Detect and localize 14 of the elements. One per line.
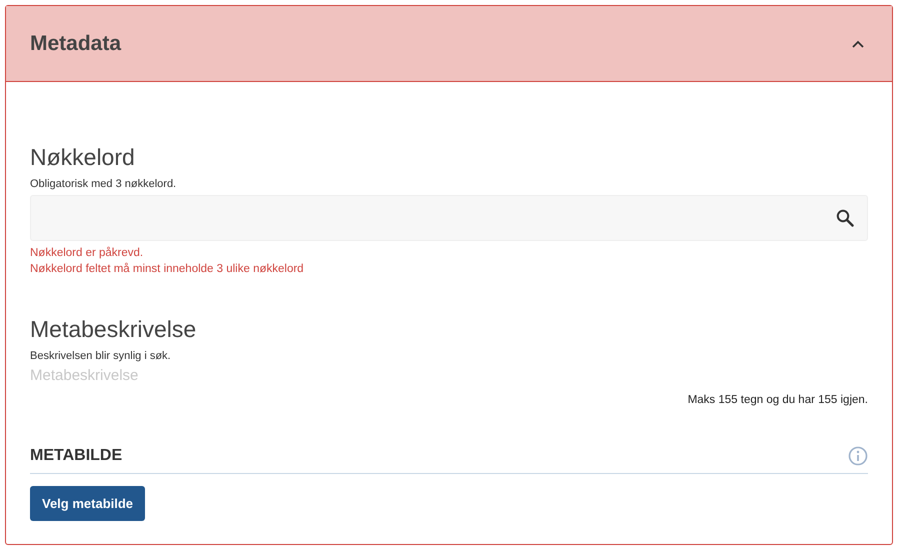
hint-text: Beskrivelsen blir synlig i søk. (30, 350, 172, 362)
info-icon[interactable] (848, 446, 868, 466)
error-message: Nøkkelord feltet må minst inneholde 3 ulike nøkkelord (30, 262, 305, 277)
error-message: Nøkkelord er påkrevd. (30, 246, 144, 261)
section-heading: Nøkkelord (30, 143, 136, 172)
panel-header[interactable]: Metadata (6, 6, 892, 82)
character-counter: Maks 155 tegn og du har 155 igjen. (686, 394, 868, 406)
section-heading: Metabeskrivelse (30, 315, 198, 344)
choose-image-button[interactable]: Velg metabilde (30, 486, 146, 521)
hint-text: Obligatorisk med 3 nøkkelord. (30, 178, 178, 190)
panel-title: Metadata (30, 32, 122, 56)
search-icon (836, 209, 854, 227)
keyword-search-field[interactable] (30, 195, 868, 241)
section-heading: METABILDE (30, 447, 122, 465)
